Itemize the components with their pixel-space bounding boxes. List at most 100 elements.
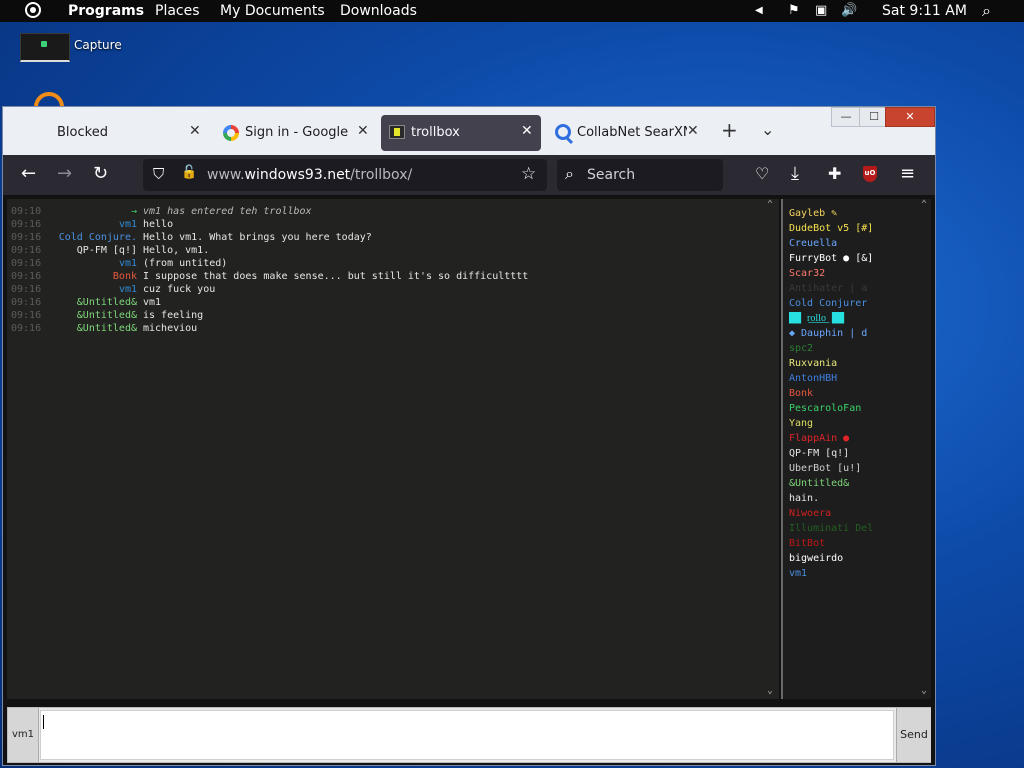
message-time: 09:16 [11, 284, 42, 295]
close-tab-icon[interactable]: ✕ [189, 123, 201, 139]
ublock-origin-icon[interactable]: uO [863, 166, 877, 182]
user-list-item[interactable]: FlappAin ● [789, 432, 879, 446]
tab-google-signin[interactable]: Sign in - Google Acc ✕ [213, 115, 379, 151]
message-text: hello [143, 219, 174, 230]
user-list-item[interactable]: vm1 [789, 567, 879, 581]
user-list-item[interactable]: BitBot [789, 537, 879, 551]
message-nick[interactable]: &Untitled& [47, 296, 137, 309]
close-tab-icon[interactable]: ✕ [687, 123, 699, 139]
bookmark-star-icon[interactable]: ☆ [521, 164, 536, 184]
url-host: windows93.net [244, 167, 351, 183]
capture-desktop-icon[interactable] [20, 33, 70, 62]
user-list-item[interactable]: Cold Conjurer [789, 297, 879, 311]
user-list-item[interactable]: &Untitled& [789, 477, 879, 491]
navigation-bar: ← → ↻ ⛉ 🔓 www.windows93.net/trollbox/ ☆ … [3, 155, 935, 195]
message-nick[interactable]: Bonk [47, 270, 137, 283]
message-nick[interactable]: Cold Conjure. [47, 231, 137, 244]
scroll-up-icon[interactable]: ⌃ [765, 199, 775, 210]
message-input[interactable] [40, 710, 894, 760]
tab-trollbox[interactable]: trollbox ✕ [381, 115, 541, 151]
trollbox-favicon-icon [389, 125, 405, 139]
user-list-item[interactable]: bigweirdo [789, 552, 879, 566]
user-list-item[interactable]: FurryBot ● [&] [789, 252, 879, 266]
forward-button[interactable]: → [57, 164, 72, 184]
message-text: vm1 [143, 297, 162, 308]
message-text: vm1 has entered teh trollbox [143, 206, 312, 217]
user-list-item[interactable]: UberBot [u!] [789, 462, 879, 476]
tab-searxng[interactable]: CollabNet SearXNG ✕ [545, 115, 711, 151]
network-icon[interactable]: ▣ [815, 3, 827, 18]
user-list-item[interactable]: hain. [789, 492, 879, 506]
close-tab-icon[interactable]: ✕ [357, 123, 369, 139]
search-field[interactable]: ⌕ Search [557, 159, 723, 191]
user-list-item[interactable]: Illuminati Del [789, 522, 879, 536]
minimize-button[interactable]: — [831, 107, 861, 127]
message-text: Hello, vm1. [143, 245, 210, 256]
activities-icon[interactable] [25, 2, 41, 18]
programs-menu[interactable]: Programs [68, 3, 144, 19]
user-list-item[interactable]: PescaroloFan [789, 402, 879, 416]
user-list-item[interactable]: Scar32 [789, 267, 879, 281]
user-list-item[interactable]: spc2 [789, 342, 879, 356]
message-time: 09:16 [11, 219, 42, 230]
user-list-item[interactable]: ██ r͟o͟l͟l͟o͟ ██ [789, 312, 879, 326]
user-list-item[interactable]: QP-FM [q!] [789, 447, 879, 461]
url-text[interactable]: www.windows93.net/trollbox/ [207, 167, 412, 183]
message-nick[interactable]: → [47, 205, 137, 218]
message-text: Hello vm1. What brings you here today? [143, 232, 372, 243]
insecure-lock-icon[interactable]: 🔓 [181, 165, 197, 180]
chat-message: 09:16 &Untitled& is feeling [7, 309, 757, 322]
url-bar[interactable]: ⛉ 🔓 www.windows93.net/trollbox/ ☆ [143, 159, 547, 191]
extensions-icon[interactable]: ✚ [828, 164, 841, 184]
google-icon [223, 125, 239, 141]
user-list-item[interactable]: Niwoera [789, 507, 879, 521]
tab-blocked[interactable]: Blocked ✕ [43, 115, 209, 151]
user-list-item[interactable]: Gayleb ✎ [789, 207, 879, 221]
reload-button[interactable]: ↻ [93, 164, 108, 184]
message-nick[interactable]: &Untitled& [47, 309, 137, 322]
search-icon[interactable]: ⌕ [982, 1, 991, 21]
downloads-icon[interactable]: ⤓ [791, 164, 799, 184]
message-text: (from untited) [143, 258, 228, 269]
message-time: 09:10 [11, 206, 42, 217]
user-list-item[interactable]: Creuella [789, 237, 879, 251]
message-nick[interactable]: vm1 [47, 283, 137, 296]
new-tab-button[interactable]: + [721, 119, 738, 141]
close-tab-icon[interactable]: ✕ [521, 123, 533, 139]
text-caret [43, 715, 44, 729]
send-button[interactable]: Send [896, 708, 931, 762]
nickname-button[interactable]: vm1 [8, 708, 39, 762]
url-prefix: www. [207, 167, 245, 183]
places-menu[interactable]: Places [155, 3, 200, 19]
message-text: micheviou [143, 323, 198, 334]
scroll-down-icon[interactable]: ⌄ [765, 685, 775, 696]
close-window-button[interactable]: ✕ [885, 107, 935, 127]
list-tabs-chevron-icon[interactable]: ⌄ [761, 119, 774, 141]
capture-desktop-label[interactable]: Capture [74, 38, 122, 52]
page-content: ⌃ ⌄ 09:10 → vm1 has entered teh trollbox 09… [3, 195, 935, 765]
tray-arrow-icon[interactable]: ◀ [755, 5, 763, 16]
user-list-item[interactable]: ◆ Dauphin | d [789, 327, 879, 341]
scroll-down-icon[interactable]: ⌄ [919, 685, 929, 696]
volume-icon[interactable]: 🔊 [841, 3, 857, 18]
message-nick[interactable]: vm1 [47, 257, 137, 270]
user-list-item[interactable]: AntonHBH [789, 372, 879, 386]
back-button[interactable]: ← [21, 164, 36, 184]
user-list-item[interactable]: Yang [789, 417, 879, 431]
scroll-up-icon[interactable]: ⌃ [919, 199, 929, 210]
menu-hamburger-icon[interactable]: ≡ [900, 164, 915, 184]
downloads-menu[interactable]: Downloads [340, 3, 417, 19]
shield-icon[interactable]: ⛉ [153, 165, 164, 183]
user-list-item[interactable]: DudeBot v5 [#] [789, 222, 879, 236]
pocket-icon[interactable]: ♡ [755, 164, 769, 184]
message-nick[interactable]: &Untitled& [47, 322, 137, 335]
user-list-item[interactable]: Bonk [789, 387, 879, 401]
message-nick[interactable]: QP-FM [q!] [47, 244, 137, 257]
tab-label: Blocked [57, 125, 108, 140]
flag-icon[interactable]: ⚑ [788, 3, 800, 18]
user-list-item[interactable]: Ruxvania [789, 357, 879, 371]
message-nick[interactable]: vm1 [47, 218, 137, 231]
clock[interactable]: Sat 9:11 AM [882, 3, 967, 19]
user-list-item[interactable]: Antihater | a [789, 282, 879, 296]
my-documents-menu[interactable]: My Documents [220, 3, 325, 19]
